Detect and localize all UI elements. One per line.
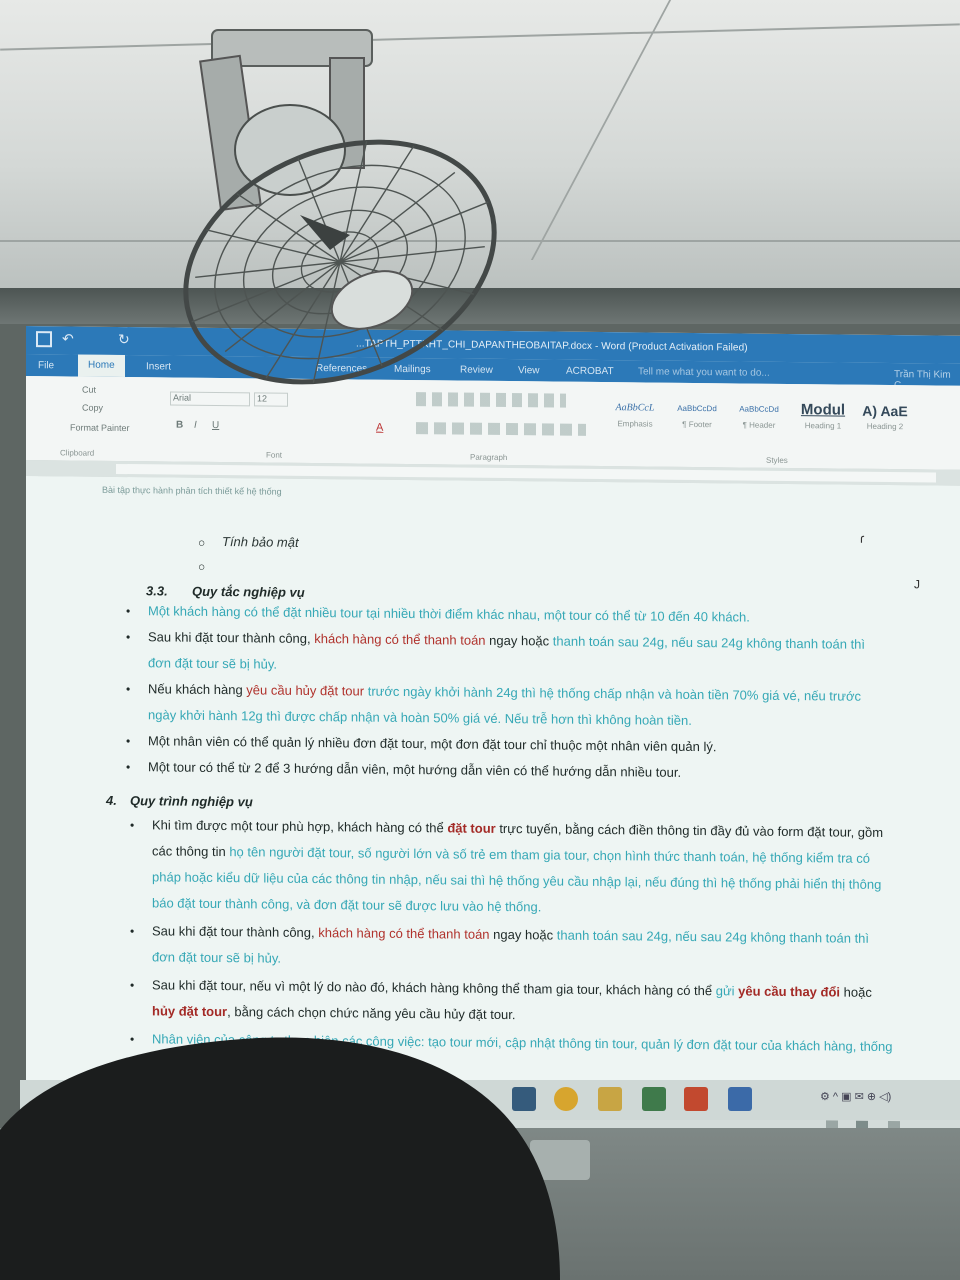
audience-head xyxy=(0,1037,560,1280)
head-silhouette xyxy=(0,1037,560,1280)
